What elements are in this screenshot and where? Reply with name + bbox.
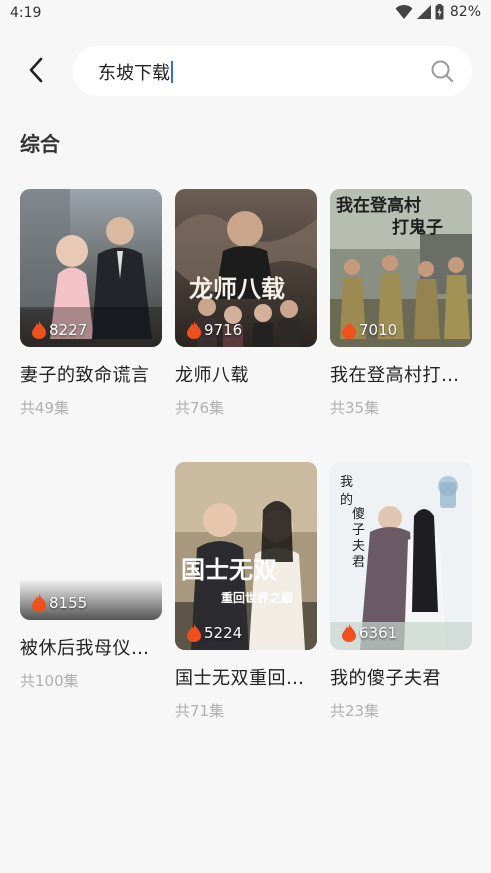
drama-poster[interactable]: 国士无双 重回世界之巅 5224 <box>175 462 317 650</box>
search-icon[interactable] <box>430 59 454 83</box>
svg-text:傻: 傻 <box>352 507 365 522</box>
episode-count: 共71集 <box>175 702 225 720</box>
view-count: 5224 <box>187 624 242 642</box>
episode-count: 共76集 <box>175 399 225 417</box>
flame-icon <box>187 321 201 339</box>
view-count-value: 7010 <box>359 321 398 339</box>
episode-count: 共49集 <box>20 399 70 417</box>
svg-text:重回世界之巅: 重回世界之巅 <box>221 590 293 605</box>
svg-text:君: 君 <box>352 555 365 570</box>
back-button[interactable] <box>18 52 54 88</box>
drama-poster[interactable]: 龙师八载 9716 <box>175 189 317 347</box>
text-caret <box>171 61 173 83</box>
view-count-value: 8155 <box>49 594 88 612</box>
status-time: 4:19 <box>10 5 42 21</box>
drama-poster[interactable]: 我在登高村 打鬼子 7010 <box>330 189 472 347</box>
section-title: 综合 <box>20 132 60 156</box>
poster-image <box>20 432 162 620</box>
wifi-icon <box>395 4 413 19</box>
svg-text:打鬼子: 打鬼子 <box>392 217 443 238</box>
svg-text:我在登高村: 我在登高村 <box>336 195 421 216</box>
svg-text:的: 的 <box>340 492 353 508</box>
drama-card[interactable]: 龙师八载 9716 龙师八载 共76集 <box>175 189 317 418</box>
flame-icon <box>32 594 46 612</box>
svg-text:夫: 夫 <box>352 539 365 554</box>
drama-title[interactable]: 妻子的致命谎言 <box>20 361 162 387</box>
drama-card[interactable]: 我 的 傻 子 夫 君 6361 我的傻子夫君 共23集 <box>330 462 472 721</box>
signal-icon <box>416 5 431 19</box>
view-count-value: 9716 <box>204 321 243 339</box>
view-count: 7010 <box>342 321 397 339</box>
svg-text:子: 子 <box>352 523 365 538</box>
drama-poster[interactable]: 我 的 傻 子 夫 君 6361 <box>330 462 472 650</box>
drama-card[interactable]: 8155 被休后我母仪… 共100集 <box>20 432 162 691</box>
drama-title[interactable]: 被休后我母仪… <box>20 634 162 660</box>
view-count: 9716 <box>187 321 242 339</box>
view-count-value: 8227 <box>49 321 88 339</box>
search-query-text: 东坡下载 <box>98 59 173 85</box>
episode-count: 共23集 <box>330 702 380 720</box>
svg-text:我: 我 <box>340 475 353 490</box>
episode-count: 共100集 <box>20 672 79 690</box>
drama-card[interactable]: 8227 妻子的致命谎言 共49集 <box>20 189 162 418</box>
drama-card[interactable]: 国士无双 重回世界之巅 5224 国士无双重回… 共71集 <box>175 462 317 721</box>
flame-icon <box>187 624 201 642</box>
battery-icon <box>435 4 444 20</box>
search-query: 东坡下载 <box>98 63 170 84</box>
drama-poster[interactable]: 8155 <box>20 432 162 620</box>
flame-icon <box>32 321 46 339</box>
svg-text:龙师八载: 龙师八载 <box>189 274 285 303</box>
poster-image: 国士无双 重回世界之巅 <box>175 462 317 650</box>
search-input[interactable]: 东坡下载 <box>73 46 472 96</box>
view-count: 8155 <box>32 594 87 612</box>
drama-title[interactable]: 我在登高村打… <box>330 361 472 387</box>
poster-image: 我 的 傻 子 夫 君 <box>330 462 472 650</box>
view-count: 8227 <box>32 321 87 339</box>
drama-card[interactable]: 我在登高村 打鬼子 7010 我在登高村打… 共35集 <box>330 189 472 418</box>
view-count-value: 6361 <box>359 624 398 642</box>
back-arrow-icon <box>29 57 43 83</box>
drama-title[interactable]: 龙师八载 <box>175 361 317 387</box>
battery-level: 82% <box>449 4 481 20</box>
view-count: 6361 <box>342 624 397 642</box>
drama-title[interactable]: 国士无双重回… <box>175 664 317 690</box>
flame-icon <box>342 321 356 339</box>
view-count-value: 5224 <box>204 624 243 642</box>
svg-text:国士无双: 国士无双 <box>181 555 277 584</box>
flame-icon <box>342 624 356 642</box>
episode-count: 共35集 <box>330 399 380 417</box>
drama-poster[interactable]: 8227 <box>20 189 162 347</box>
drama-title[interactable]: 我的傻子夫君 <box>330 664 472 690</box>
status-bar: 4:19 82% <box>0 0 491 28</box>
status-icons: 82% <box>395 4 481 20</box>
